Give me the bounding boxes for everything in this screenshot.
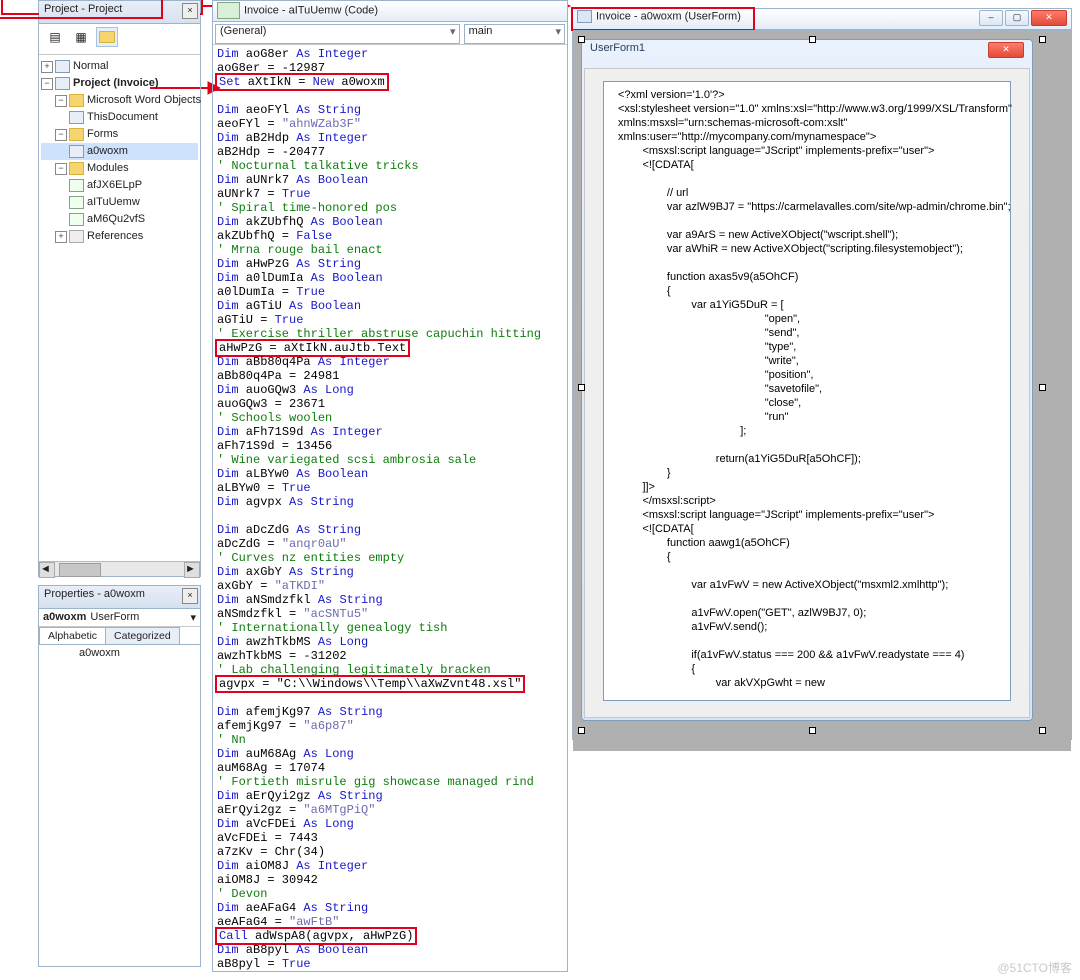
node-thisdocument[interactable]: ThisDocument xyxy=(41,109,198,126)
close-icon[interactable]: ✕ xyxy=(988,42,1024,58)
code-window: Invoice - aITuUemw (Code) (General) main… xyxy=(212,0,568,972)
node-forms[interactable]: Forms xyxy=(41,126,198,143)
properties-list[interactable]: a0woxm xyxy=(39,645,200,947)
code-object-dropdown[interactable]: (General) xyxy=(215,24,460,44)
code-module-icon xyxy=(217,2,240,19)
tab-categorized[interactable]: Categorized xyxy=(105,627,180,644)
userform-window: Invoice - a0woxm (UserForm) – ▢ ✕ UserFo… xyxy=(572,8,1072,740)
project-tree[interactable]: Normal Project (Invoice) Microsoft Word … xyxy=(39,55,200,248)
project-toolbar: ▤ ▦ xyxy=(39,24,200,55)
code-window-titlebar[interactable]: Invoice - aITuUemw (Code) xyxy=(213,1,567,22)
node-mod2[interactable]: aITuUemw xyxy=(41,194,198,211)
properties-pane-title-text: Properties - a0woxm xyxy=(44,588,145,600)
node-mod1[interactable]: afJX6ELpP xyxy=(41,177,198,194)
view-code-icon[interactable]: ▤ xyxy=(44,27,66,47)
scrollbar-horizontal[interactable]: ◄► xyxy=(39,561,200,576)
node-modules[interactable]: Modules xyxy=(41,160,198,177)
textbox-aujtb[interactable]: <?xml version='1.0'?> <xsl:stylesheet ve… xyxy=(603,81,1011,701)
toggle-folder-icon[interactable] xyxy=(96,27,118,47)
userform-frame[interactable]: UserForm1 ✕ <?xml version='1.0'?> <xsl:s… xyxy=(581,39,1033,721)
properties-pane: Properties - a0woxm × a0woxmUserForm▾ Al… xyxy=(38,585,201,967)
code-window-title: Invoice - aITuUemw (Code) xyxy=(244,4,378,16)
code-editor[interactable]: Dim aoG8er As Integer aoG8er = -12987 Se… xyxy=(213,45,567,971)
close-icon[interactable]: × xyxy=(182,3,198,19)
close-icon[interactable]: ✕ xyxy=(1031,10,1067,26)
node-a0woxm[interactable]: a0woxm xyxy=(41,143,198,160)
node-mod3[interactable]: aM6Qu2vfS xyxy=(41,211,198,228)
view-object-icon[interactable]: ▦ xyxy=(70,27,92,47)
properties-combo[interactable]: a0woxmUserForm▾ xyxy=(39,609,200,627)
tab-alphabetic[interactable]: Alphabetic xyxy=(39,627,106,644)
project-explorer-pane: Project - Project × ▤ ▦ Normal Project (… xyxy=(38,0,201,577)
watermark: @51CTO博客 xyxy=(997,959,1072,976)
form-designer-canvas[interactable]: UserForm1 ✕ <?xml version='1.0'?> <xsl:s… xyxy=(573,30,1071,751)
node-normal[interactable]: Normal xyxy=(41,58,198,75)
userform-caption-text: UserForm1 xyxy=(590,42,645,54)
node-project[interactable]: Project (Invoice) xyxy=(41,75,198,92)
maximize-icon[interactable]: ▢ xyxy=(1005,10,1029,26)
minimize-icon[interactable]: – xyxy=(979,10,1003,26)
node-mwo[interactable]: Microsoft Word Objects xyxy=(41,92,198,109)
node-references[interactable]: References xyxy=(41,228,198,245)
textbox-content: <?xml version='1.0'?> <xsl:stylesheet ve… xyxy=(604,82,1010,696)
property-value[interactable]: a0woxm xyxy=(39,647,200,659)
close-icon[interactable]: × xyxy=(182,588,198,604)
userform-caption: UserForm1 ✕ xyxy=(582,40,1032,66)
properties-pane-title: Properties - a0woxm × xyxy=(39,586,200,609)
code-proc-dropdown[interactable]: main xyxy=(464,24,565,44)
